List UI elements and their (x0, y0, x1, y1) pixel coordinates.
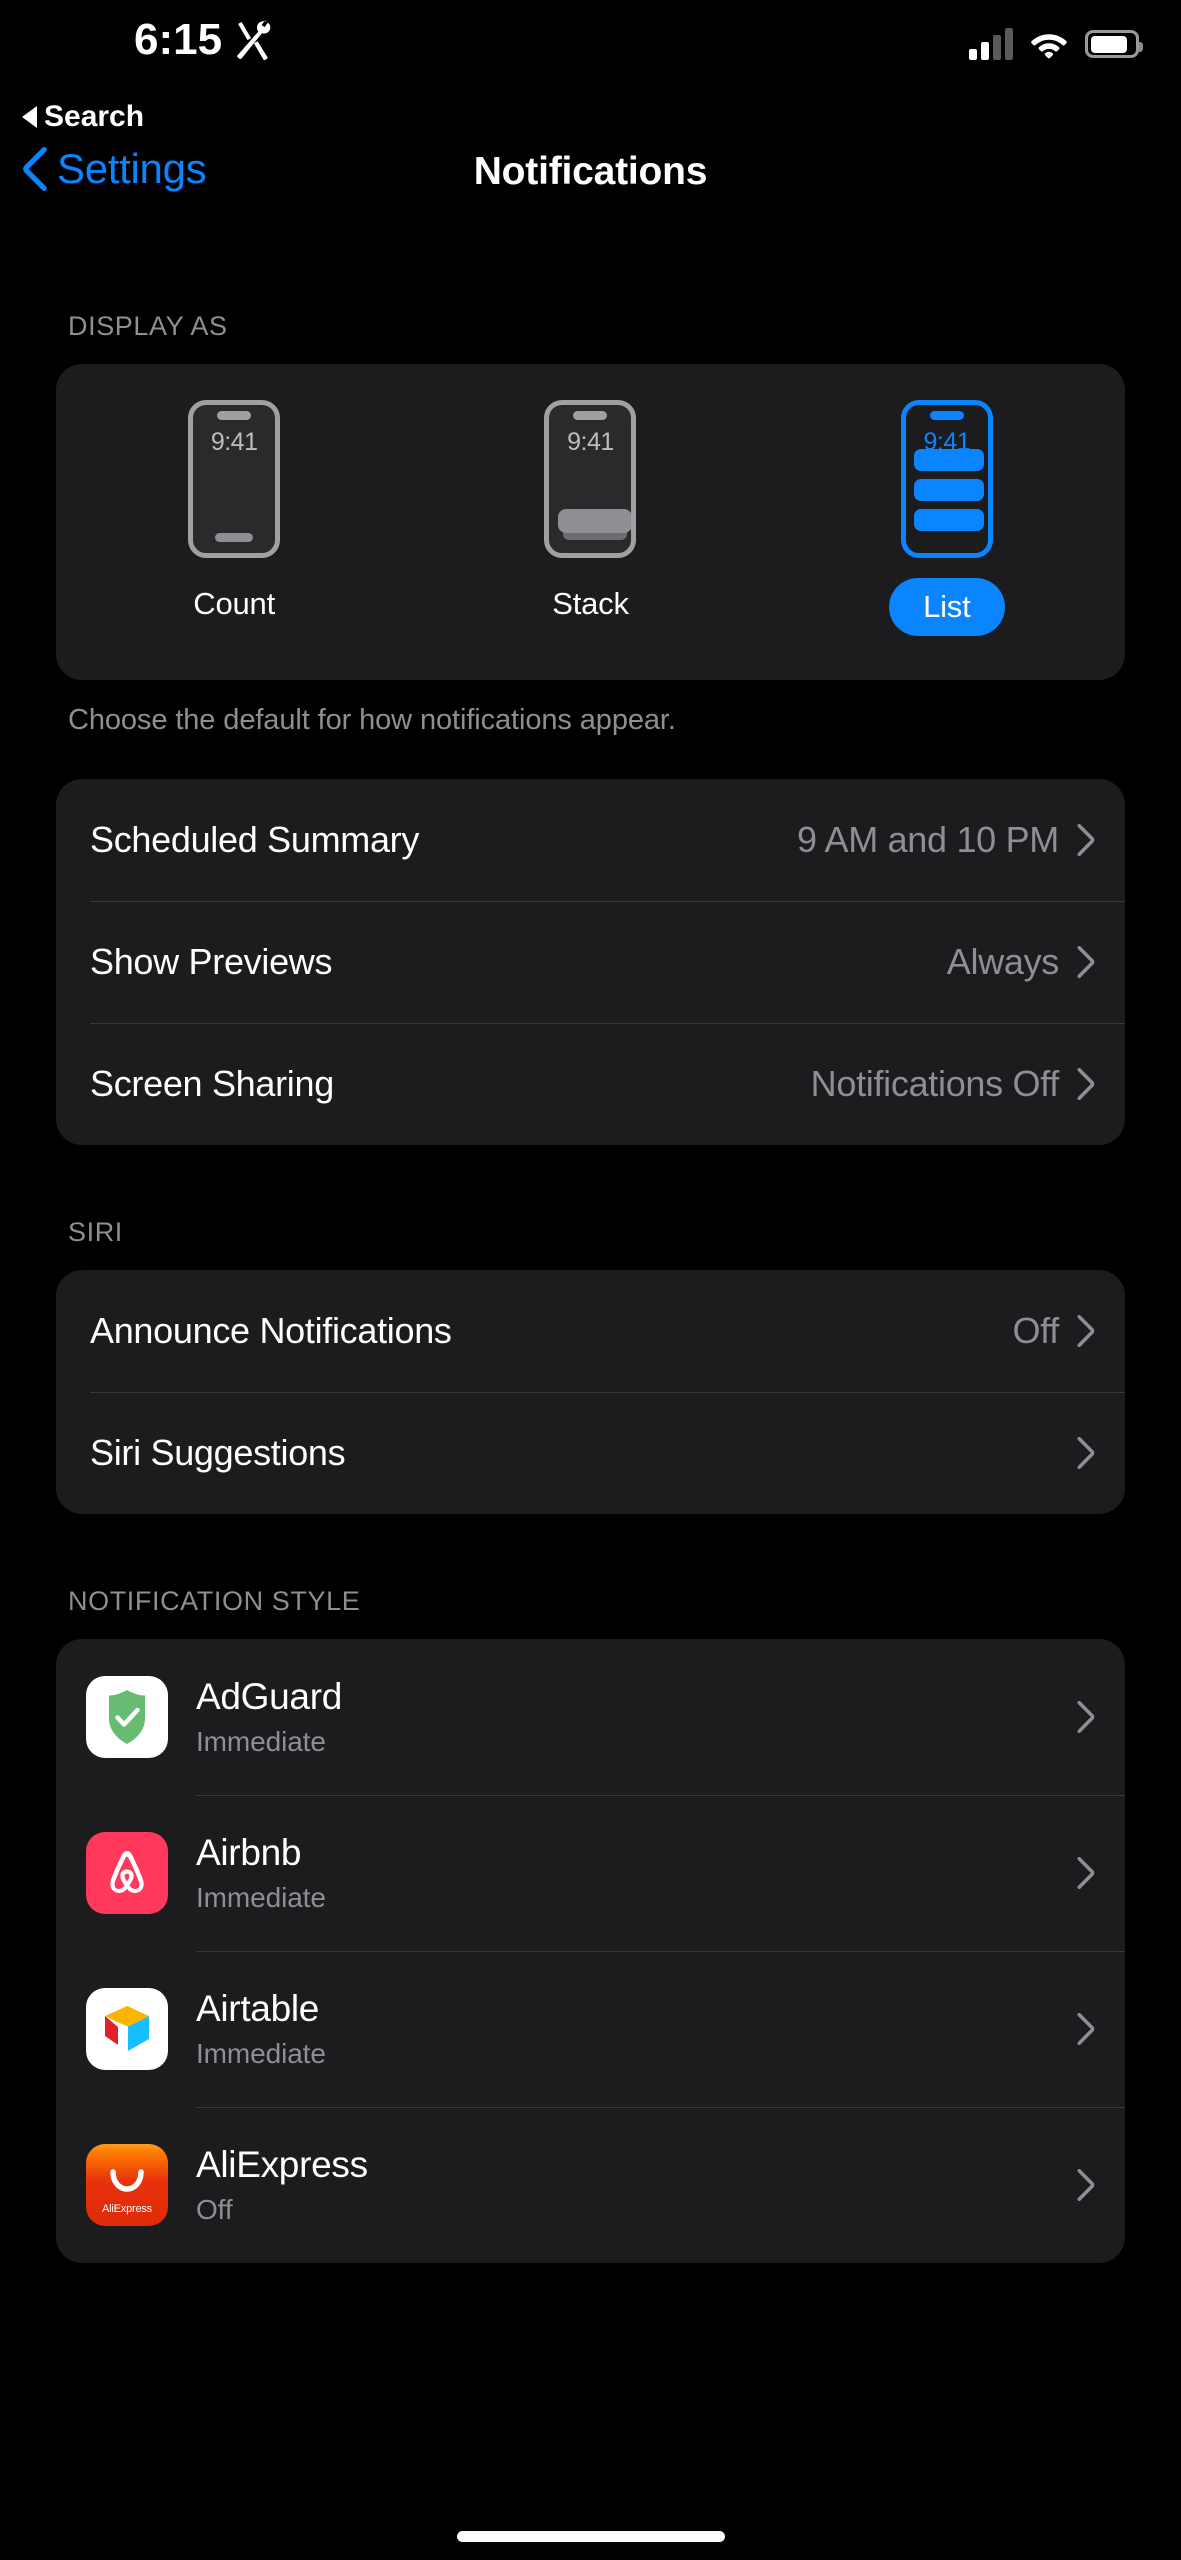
back-to-search-label: Search (44, 100, 145, 133)
display-option-stack[interactable]: 9:41 Stack (490, 400, 690, 622)
battery-icon (1085, 30, 1143, 58)
row-announce-notifications[interactable]: Announce Notifications Off (56, 1270, 1125, 1392)
status-bar-clock: 6:15 (134, 15, 223, 64)
app-name: Airtable (196, 1988, 320, 2030)
settings-content: DISPLAY AS 9:41 Count 9:41 Stack 9:41 Li… (0, 311, 1181, 2263)
app-name: AdGuard (196, 1676, 342, 1718)
list-preview-phone-icon: 9:41 (900, 400, 993, 558)
row-announce-notifications-label: Announce Notifications (90, 1310, 452, 1351)
stack-preview-phone-icon: 9:41 (544, 400, 637, 558)
app-status: Immediate (196, 1725, 326, 1757)
display-as-footer: Choose the default for how notifications… (68, 704, 676, 736)
cellular-signal-icon (969, 28, 1013, 60)
row-show-previews-label: Show Previews (90, 941, 333, 982)
chevron-right-icon (1077, 1857, 1095, 1889)
app-texts: AdGuard Immediate (196, 1676, 1077, 1758)
display-option-list-label: List (889, 578, 1005, 636)
app-texts: Airtable Immediate (196, 1988, 1077, 2070)
row-scheduled-summary[interactable]: Scheduled Summary 9 AM and 10 PM (56, 779, 1125, 901)
chevron-right-icon (1077, 946, 1095, 978)
home-indicator[interactable] (456, 2531, 725, 2542)
stack-preview-time: 9:41 (567, 428, 614, 456)
row-scheduled-summary-value: 9 AM and 10 PM (797, 819, 1059, 860)
count-preview-time: 9:41 (210, 428, 258, 456)
status-bar-right (969, 28, 1143, 60)
display-option-count-label: Count (193, 586, 276, 621)
app-name: AliExpress (196, 2144, 368, 2186)
row-announce-notifications-value: Off (1012, 1310, 1060, 1351)
row-screen-sharing-label: Screen Sharing (90, 1063, 334, 1104)
status-bar-left: 6:15 (134, 18, 275, 62)
display-as-card: 9:41 Count 9:41 Stack 9:41 List (56, 364, 1125, 680)
status-bar: 6:15 (0, 0, 1181, 105)
app-status: Immediate (196, 1881, 326, 1913)
page-title: Notifications (473, 150, 708, 193)
chevron-right-icon (1077, 2013, 1095, 2045)
airtable-icon (86, 1988, 168, 2070)
aliexpress-wordmark: AliExpress (102, 2203, 152, 2215)
row-scheduled-summary-label: Scheduled Summary (90, 819, 420, 860)
row-show-previews[interactable]: Show Previews Always (56, 901, 1125, 1023)
row-show-previews-value: Always (946, 941, 1060, 982)
aliexpress-icon: AliExpress (86, 2144, 168, 2226)
app-texts: Airbnb Immediate (196, 1832, 1077, 1914)
chevron-right-icon (1077, 1701, 1095, 1733)
app-status: Off (196, 2193, 233, 2225)
app-row-adguard[interactable]: AdGuard Immediate (56, 1639, 1125, 1795)
adguard-icon (86, 1676, 168, 1758)
app-status: Immediate (196, 2037, 326, 2069)
display-option-stack-label: Stack (552, 586, 629, 621)
general-settings-card: Scheduled Summary 9 AM and 10 PM Show Pr… (56, 779, 1125, 1145)
row-siri-suggestions-label: Siri Suggestions (90, 1432, 346, 1473)
app-row-airbnb[interactable]: Airbnb Immediate (56, 1795, 1125, 1951)
row-screen-sharing[interactable]: Screen Sharing Notifications Off (56, 1023, 1125, 1145)
chevron-right-icon (1077, 1315, 1095, 1347)
airbnb-icon (86, 1832, 168, 1914)
siri-header: SIRI (68, 1217, 123, 1247)
app-row-aliexpress[interactable]: AliExpress AliExpress Off (56, 2107, 1125, 2263)
app-name: Airbnb (196, 1832, 302, 1874)
notification-style-header: NOTIFICATION STYLE (68, 1586, 361, 1616)
display-as-header: DISPLAY AS (68, 311, 228, 341)
notification-style-card: AdGuard Immediate Airbnb Immediate Airta… (56, 1639, 1125, 2263)
app-row-airtable[interactable]: Airtable Immediate (56, 1951, 1125, 2107)
siri-card: Announce Notifications Off Siri Suggesti… (56, 1270, 1125, 1514)
app-texts: AliExpress Off (196, 2144, 1077, 2226)
tools-icon (237, 20, 271, 61)
wifi-icon (1031, 34, 1067, 59)
chevron-right-icon (1077, 1437, 1095, 1469)
count-preview-phone-icon: 9:41 (188, 400, 281, 558)
row-screen-sharing-value: Notifications Off (810, 1063, 1060, 1104)
display-option-list[interactable]: 9:41 List (847, 400, 1047, 636)
row-siri-suggestions[interactable]: Siri Suggestions (56, 1392, 1125, 1514)
navigation-bar: Settings Notifications (0, 147, 1181, 239)
back-to-search-button[interactable]: Search (22, 100, 144, 134)
chevron-right-icon (1077, 2169, 1095, 2201)
back-triangle-icon (22, 106, 37, 128)
chevron-right-icon (1077, 824, 1095, 856)
display-option-count[interactable]: 9:41 Count (134, 400, 334, 622)
chevron-right-icon (1077, 1068, 1095, 1100)
notifications-settings-screen: 6:15 Search Settings Notifications DISPL… (0, 0, 1181, 2560)
